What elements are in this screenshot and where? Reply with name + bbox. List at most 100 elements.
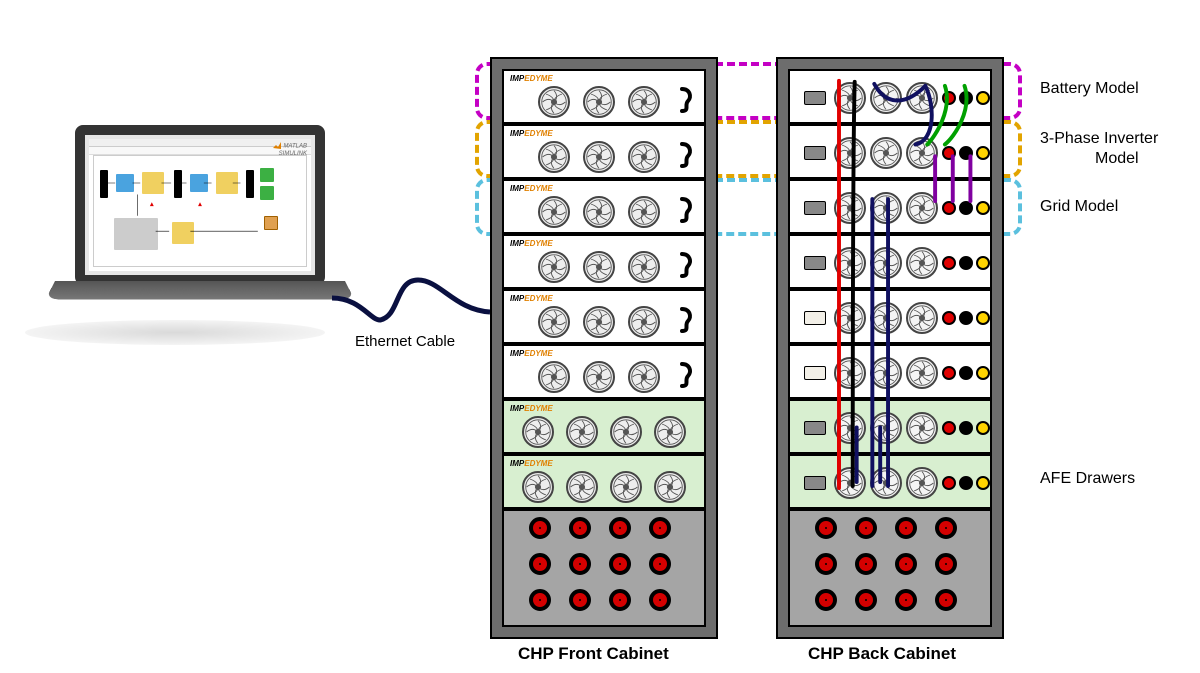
fan-row xyxy=(532,141,666,173)
back-drawer-row xyxy=(800,80,980,116)
fan-icon xyxy=(906,137,938,169)
back-drawer xyxy=(788,179,992,234)
fan-icon xyxy=(583,86,615,118)
fan-icon xyxy=(906,412,938,444)
laptop: MATLAB SIMULINK xyxy=(55,125,345,340)
connector-port xyxy=(804,476,826,490)
red-jack xyxy=(942,476,956,490)
fan-icon xyxy=(906,192,938,224)
fan-icon xyxy=(583,306,615,338)
fan-icon xyxy=(538,361,570,393)
fan-row xyxy=(516,416,692,448)
matlab-icon xyxy=(272,141,282,151)
fan-icon xyxy=(628,361,660,393)
fan-icon xyxy=(583,196,615,228)
fan-icon xyxy=(870,412,902,444)
fan-row xyxy=(516,471,692,503)
fan-icon xyxy=(583,361,615,393)
handle-icon xyxy=(676,87,696,113)
front-afe-drawer: IMPEDYME xyxy=(502,399,706,454)
red-jack xyxy=(529,553,551,575)
fan-icon xyxy=(870,82,902,114)
jack-grid xyxy=(529,517,679,619)
back-afe-drawer xyxy=(788,399,992,454)
fan-icon xyxy=(906,82,938,114)
fan-icon xyxy=(870,192,902,224)
fan-icon xyxy=(870,302,902,334)
black-jack xyxy=(959,366,973,380)
front-drawer: IMPEDYME xyxy=(502,124,706,179)
fan-icon xyxy=(654,471,686,503)
fan-icon xyxy=(583,251,615,283)
connector-port xyxy=(804,366,826,380)
fan-icon xyxy=(538,251,570,283)
fan-row xyxy=(532,86,666,118)
red-jack xyxy=(855,553,877,575)
back-drawer-row xyxy=(800,245,980,281)
impedyme-logo: IMPEDYME xyxy=(510,349,553,358)
red-jack xyxy=(935,553,957,575)
yellow-jack xyxy=(976,311,990,325)
back-afe-drawer xyxy=(788,454,992,509)
laptop-base xyxy=(46,281,355,299)
red-jack xyxy=(569,517,591,539)
fan-icon xyxy=(870,467,902,499)
red-jack xyxy=(855,589,877,611)
diagram-stage: MATLAB SIMULINK xyxy=(0,0,1200,673)
red-jack xyxy=(942,146,956,160)
handle-icon xyxy=(676,197,696,223)
zone-label-inverter2: Model xyxy=(1095,150,1139,168)
chp-back-cabinet xyxy=(776,57,1004,639)
fan-icon xyxy=(834,192,866,224)
yellow-jack xyxy=(976,476,990,490)
fan-icon xyxy=(538,306,570,338)
fan-icon xyxy=(538,141,570,173)
impedyme-logo: IMPEDYME xyxy=(510,459,553,468)
handle-icon xyxy=(676,307,696,333)
connector-port xyxy=(804,421,826,435)
black-jack xyxy=(959,91,973,105)
jack-row xyxy=(942,201,992,215)
connector-port xyxy=(804,91,826,105)
jack-row xyxy=(942,421,992,435)
jack-row xyxy=(942,476,992,490)
connector-port xyxy=(804,201,826,215)
jack-row xyxy=(942,311,992,325)
chp-front-cabinet: IMPEDYME IMPEDYME xyxy=(490,57,718,639)
black-jack xyxy=(959,476,973,490)
back-drawer-row xyxy=(800,190,980,226)
back-drawer xyxy=(788,234,992,289)
front-afe-drawer: IMPEDYME xyxy=(502,454,706,509)
yellow-jack xyxy=(976,91,990,105)
black-jack xyxy=(959,146,973,160)
impedyme-logo: IMPEDYME xyxy=(510,294,553,303)
fan-icon xyxy=(834,412,866,444)
fan-icon xyxy=(566,416,598,448)
front-drawer: IMPEDYME xyxy=(502,234,706,289)
red-jack xyxy=(942,256,956,270)
yellow-jack xyxy=(976,366,990,380)
front-bottom-panel xyxy=(502,509,706,627)
connector-port xyxy=(804,311,826,325)
fan-icon xyxy=(834,302,866,334)
yellow-jack xyxy=(976,146,990,160)
jack-row xyxy=(942,91,992,105)
back-drawer-row xyxy=(800,465,980,501)
back-drawer xyxy=(788,124,992,179)
front-cabinet-caption: CHP Front Cabinet xyxy=(518,644,669,664)
fan-icon xyxy=(538,86,570,118)
impedyme-logo: IMPEDYME xyxy=(510,239,553,248)
red-jack xyxy=(942,201,956,215)
fan-icon xyxy=(870,357,902,389)
yellow-jack xyxy=(976,256,990,270)
back-drawer-row xyxy=(800,410,980,446)
red-jack xyxy=(942,421,956,435)
front-cabinet-inner: IMPEDYME IMPEDYME xyxy=(502,69,706,627)
fan-icon xyxy=(566,471,598,503)
back-drawer xyxy=(788,289,992,344)
red-jack xyxy=(895,553,917,575)
fan-icon xyxy=(628,141,660,173)
red-jack xyxy=(895,589,917,611)
fan-row xyxy=(532,251,666,283)
red-jack xyxy=(649,517,671,539)
